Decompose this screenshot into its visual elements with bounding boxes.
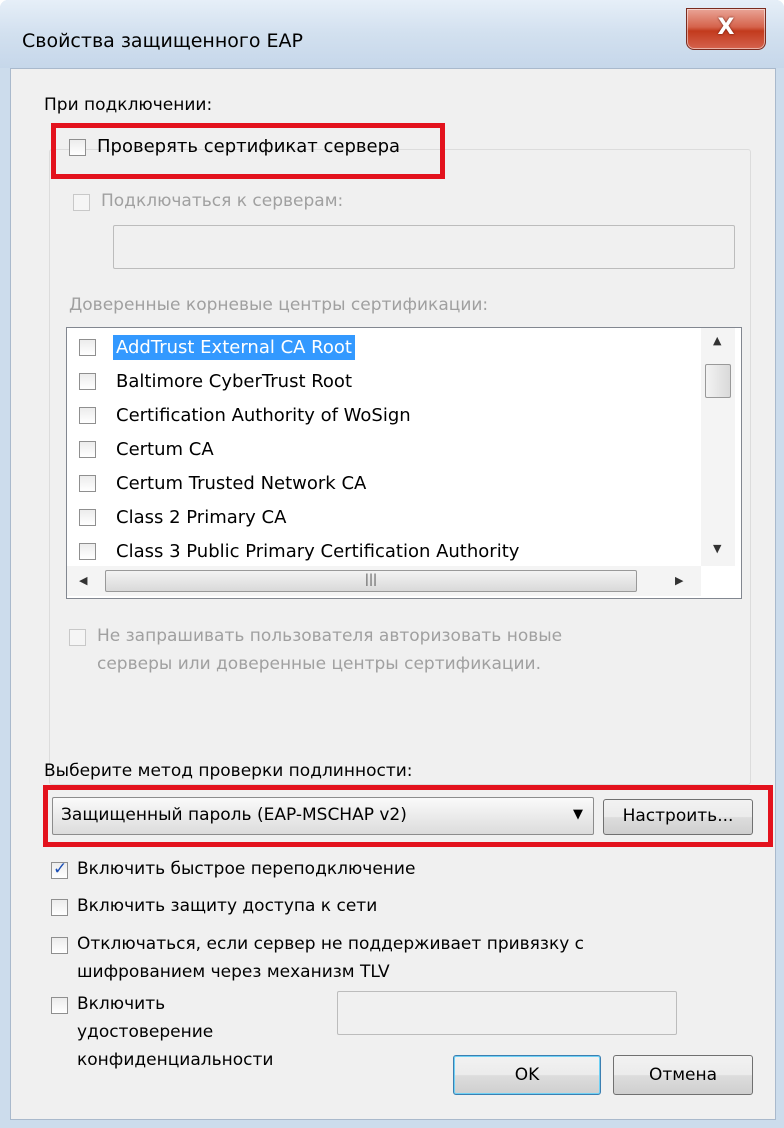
scroll-down-icon[interactable]: ▼ bbox=[713, 542, 721, 555]
identity-privacy-input[interactable] bbox=[337, 991, 677, 1035]
close-icon: X bbox=[717, 15, 735, 40]
list-item-checkbox[interactable] bbox=[79, 339, 96, 356]
close-button[interactable]: X bbox=[686, 8, 766, 50]
list-item-checkbox[interactable] bbox=[79, 543, 96, 560]
disconnect-tlv-label-line1[interactable]: Отключаться, если сервер не поддерживает… bbox=[77, 934, 584, 954]
chevron-down-icon[interactable]: ▼ bbox=[573, 807, 583, 822]
servers-input[interactable] bbox=[113, 225, 735, 269]
disconnect-tlv-label-line2[interactable]: шифрованием через механизм TLV bbox=[77, 962, 390, 982]
verify-cert-label[interactable]: Проверять сертификат сервера bbox=[97, 136, 400, 157]
identity-privacy-label-line2[interactable]: удостоверение bbox=[77, 1022, 213, 1042]
horizontal-scroll-thumb[interactable]: ||| bbox=[105, 570, 637, 592]
window-title: Свойства защищенного EAP bbox=[22, 30, 303, 52]
list-item-checkbox[interactable] bbox=[79, 475, 96, 492]
eap-properties-window: Свойства защищенного EAP X При подключен… bbox=[0, 0, 784, 1128]
dont-prompt-checkbox[interactable] bbox=[69, 629, 86, 646]
trusted-roots-label: Доверенные корневые центры сертификации: bbox=[69, 295, 489, 315]
title-bar[interactable]: Свойства защищенного EAP X bbox=[0, 0, 784, 68]
list-item-label[interactable]: Certum CA bbox=[113, 437, 217, 462]
identity-privacy-label-line1[interactable]: Включить bbox=[77, 994, 165, 1014]
list-item-label[interactable]: Class 3 Public Primary Certification Aut… bbox=[113, 539, 522, 564]
list-item-checkbox[interactable] bbox=[79, 407, 96, 424]
dont-prompt-label-line1[interactable]: Не запрашивать пользователя авторизовать… bbox=[97, 626, 562, 646]
scroll-right-icon[interactable]: ▶ bbox=[675, 574, 683, 587]
auth-method-value: Защищенный пароль (EAP-MSCHAP v2) bbox=[61, 805, 407, 825]
dont-prompt-label-line2[interactable]: серверы или доверенные центры сертификац… bbox=[97, 654, 541, 674]
list-item-label[interactable]: Certification Authority of WoSign bbox=[113, 403, 414, 428]
cancel-button-label: Отмена bbox=[648, 1065, 718, 1085]
fast-reconnect-checkbox[interactable] bbox=[51, 859, 68, 879]
identity-privacy-label-line3[interactable]: конфиденциальности bbox=[77, 1050, 273, 1070]
nap-checkbox[interactable] bbox=[51, 899, 68, 916]
verify-cert-checkbox[interactable] bbox=[69, 139, 86, 156]
vertical-scrollbar[interactable]: ▲ ▼ bbox=[701, 328, 735, 566]
list-item-checkbox[interactable] bbox=[79, 509, 96, 526]
list-item-checkbox[interactable] bbox=[79, 373, 96, 390]
trusted-roots-list[interactable]: AddTrust External CA Root Baltimore Cybe… bbox=[66, 327, 742, 599]
scroll-left-icon[interactable]: ◀ bbox=[79, 574, 87, 587]
ok-button-label: OK bbox=[514, 1065, 540, 1085]
list-item-label[interactable]: Class 2 Primary CA bbox=[113, 505, 289, 530]
fast-reconnect-label[interactable]: Включить быстрое переподключение bbox=[77, 859, 415, 879]
identity-privacy-checkbox[interactable] bbox=[51, 997, 68, 1014]
scroll-up-icon[interactable]: ▲ bbox=[713, 334, 721, 347]
connect-to-servers-label[interactable]: Подключаться к серверам: bbox=[101, 191, 343, 211]
list-item-label[interactable]: Certum Trusted Network CA bbox=[113, 471, 369, 496]
list-item-label[interactable]: AddTrust External CA Root bbox=[113, 335, 355, 360]
configure-button-label: Настроить... bbox=[622, 806, 734, 826]
list-item-label[interactable]: Baltimore CyberTrust Root bbox=[113, 369, 355, 394]
list-item-checkbox[interactable] bbox=[79, 441, 96, 458]
nap-label[interactable]: Включить защиту доступа к сети bbox=[77, 896, 377, 916]
dialog-client-area: При подключении: Проверять сертификат се… bbox=[10, 68, 776, 1120]
ok-button[interactable]: OK bbox=[453, 1055, 601, 1095]
vertical-scroll-thumb[interactable] bbox=[705, 364, 731, 398]
auth-method-dropdown[interactable]: Защищенный пароль (EAP-MSCHAP v2) ▼ bbox=[52, 797, 594, 835]
grip-icon: ||| bbox=[364, 572, 378, 586]
connect-section-label: При подключении: bbox=[44, 95, 213, 115]
configure-button[interactable]: Настроить... bbox=[603, 799, 753, 835]
cancel-button[interactable]: Отмена bbox=[613, 1055, 753, 1095]
connect-to-servers-checkbox[interactable] bbox=[73, 194, 90, 211]
auth-method-label: Выберите метод проверки подлинности: bbox=[44, 761, 413, 781]
disconnect-tlv-checkbox[interactable] bbox=[51, 937, 68, 954]
horizontal-scrollbar[interactable]: ◀ ||| ▶ bbox=[67, 566, 701, 596]
